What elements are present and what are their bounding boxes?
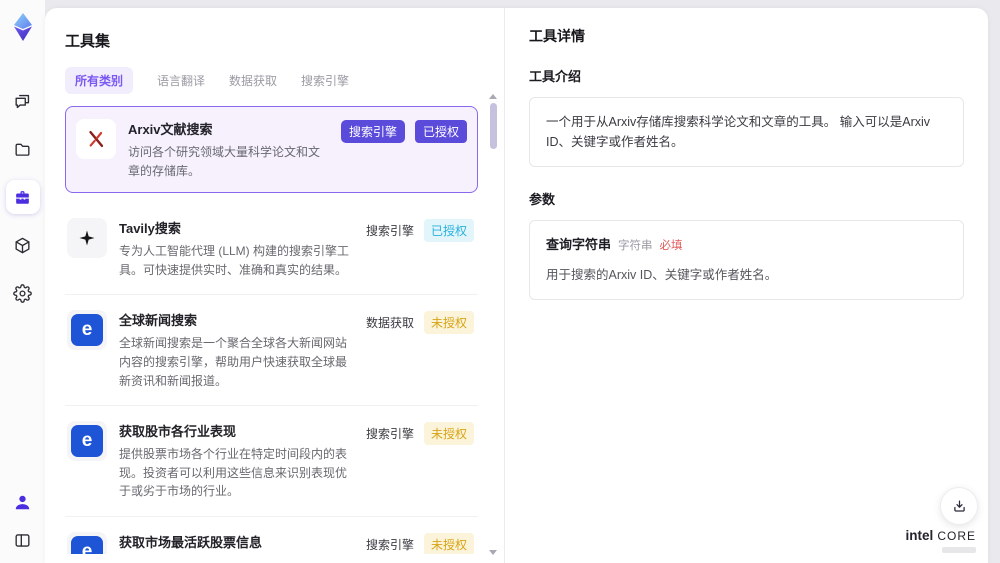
intro-box: 一个用于从Arxiv存储库搜索科学论文和文章的工具。 输入可以是Arxiv ID…: [529, 97, 964, 167]
param-type: 字符串: [618, 240, 653, 252]
category-tab-1[interactable]: 语言翻译: [157, 67, 205, 94]
tool-list-item[interactable]: Tavily搜索 专为人工智能代理 (LLM) 构建的搜索引擎工具。可快速提供实…: [65, 203, 478, 296]
main-card: 工具集 所有类别 语言翻译 数据获取 搜索引擎 Arxiv文献搜索 访问各个研究…: [45, 8, 988, 563]
sidebar-item-user[interactable]: [10, 489, 36, 515]
tool-name: 获取股市各行业表现: [119, 424, 237, 440]
tool-description: 全球新闻搜索是一个聚合全球各大新闻网站内容的搜索引擎，帮助用户快速获取全球最新资…: [119, 336, 348, 388]
tool-category-label: 数据获取: [365, 316, 414, 331]
intro-text: 一个用于从Arxiv存储库搜索科学论文和文章的工具。 输入可以是Arxiv ID…: [546, 115, 931, 149]
category-tab-2[interactable]: 数据获取: [229, 67, 277, 94]
tool-name: Arxiv文献搜索: [128, 122, 213, 137]
cube-icon: [15, 237, 30, 253]
category-tabs: 所有类别 语言翻译 数据获取 搜索引擎: [65, 67, 478, 94]
sidebar-item-settings[interactable]: [6, 276, 40, 310]
news-e-logo: e: [67, 531, 107, 554]
param-name: 查询字符串: [546, 237, 612, 252]
intel-core-logo: intel core: [905, 528, 976, 553]
scrollbar-down-icon[interactable]: [489, 550, 497, 555]
app-sidebar: [0, 0, 45, 563]
intel-logo-subline: [942, 547, 976, 553]
sidebar-item-chat[interactable]: [6, 84, 40, 118]
tool-list-item[interactable]: e 全球新闻搜索 全球新闻搜索是一个聚合全球各大新闻网站内容的搜索引擎，帮助用户…: [65, 295, 478, 407]
sidebar-item-files[interactable]: [6, 132, 40, 166]
tool-description: 提供股票市场各个行业在特定时间段内的表现。投资者可以利用这些信息来识别表现优于或…: [119, 447, 348, 499]
folder-icon: [15, 143, 30, 156]
news-e-logo: e: [67, 310, 107, 351]
param-required-badge: 必填: [659, 240, 683, 252]
tool-list-item[interactable]: Arxiv文献搜索 访问各个研究领域大量科学论文和文章的存储库。 搜索引擎 已授…: [65, 106, 478, 194]
tool-category-label: 搜索引擎: [365, 427, 414, 442]
sidebar-item-models[interactable]: [6, 228, 40, 262]
param-box: 查询字符串 字符串 必填 用于搜索的Arxiv ID、关键字或作者姓名。: [529, 220, 964, 300]
tool-name: 获取市场最活跃股票信息: [119, 534, 263, 550]
param-description: 用于搜索的Arxiv ID、关键字或作者姓名。: [546, 267, 778, 282]
scrollbar-thumb[interactable]: [489, 103, 497, 149]
arxiv-logo: [76, 119, 116, 159]
detail-title: 工具详情: [529, 28, 585, 44]
tool-auth-badge: 未授权: [423, 532, 474, 554]
gear-icon: [13, 283, 32, 303]
toolset-panel: 工具集 所有类别 语言翻译 数据获取 搜索引擎 Arxiv文献搜索 访问各个研究…: [45, 8, 505, 563]
tool-detail-panel: 工具详情 工具介绍 一个用于从Arxiv存储库搜索科学论文和文章的工具。 输入可…: [505, 8, 988, 563]
tool-list-item[interactable]: e 获取市场最活跃股票信息 提供当天交易量最高的股票列表，投资者可以利用这些信息…: [65, 517, 478, 554]
tool-auth-badge: 未授权: [423, 311, 474, 335]
category-tab-3[interactable]: 搜索引擎: [301, 67, 349, 94]
tool-list-item[interactable]: e 获取股市各行业表现 提供股票市场各个行业在特定时间段内的表现。投资者可以利用…: [65, 406, 478, 517]
download-icon: [953, 500, 965, 512]
tool-category-label: 搜索引擎: [365, 224, 414, 239]
chat-icon: [15, 94, 30, 108]
list-scrollbar[interactable]: [488, 94, 498, 555]
tavily-star-logo: [67, 218, 107, 259]
tool-name: 全球新闻搜索: [119, 313, 198, 329]
sidebar-item-tools[interactable]: [5, 180, 40, 214]
download-button[interactable]: [940, 487, 978, 525]
toolbox-icon: [16, 190, 29, 204]
scrollbar-up-icon[interactable]: [489, 94, 497, 99]
user-icon: [15, 495, 30, 509]
tool-description: 访问各个研究领域大量科学论文和文章的存储库。: [128, 145, 321, 178]
tool-category-label: 搜索引擎: [365, 537, 414, 552]
page-title: 工具集: [65, 33, 111, 50]
tool-auth-badge: 未授权: [423, 422, 474, 446]
panel-toggle-icon: [15, 533, 30, 547]
app-logo: [13, 13, 32, 41]
tool-name: Tavily搜索: [119, 221, 181, 237]
category-tab-0[interactable]: 所有类别: [65, 67, 134, 94]
tool-description: 专为人工智能代理 (LLM) 构建的搜索引擎工具。可快速提供实时、准确和真实的结…: [119, 244, 350, 277]
tool-category-label: 搜索引擎: [340, 120, 405, 143]
tool-auth-badge: 已授权: [414, 120, 467, 143]
intro-section-title: 工具介绍: [529, 69, 582, 84]
news-e-logo: e: [67, 421, 107, 462]
sidebar-item-panel-toggle[interactable]: [10, 527, 36, 553]
params-section-title: 参数: [529, 192, 556, 207]
tool-list: Arxiv文献搜索 访问各个研究领域大量科学论文和文章的存储库。 搜索引擎 已授…: [65, 106, 478, 554]
intel-wordmark: intel: [905, 528, 934, 543]
tool-auth-badge: 已授权: [423, 219, 474, 243]
core-wordmark: core: [937, 529, 976, 543]
